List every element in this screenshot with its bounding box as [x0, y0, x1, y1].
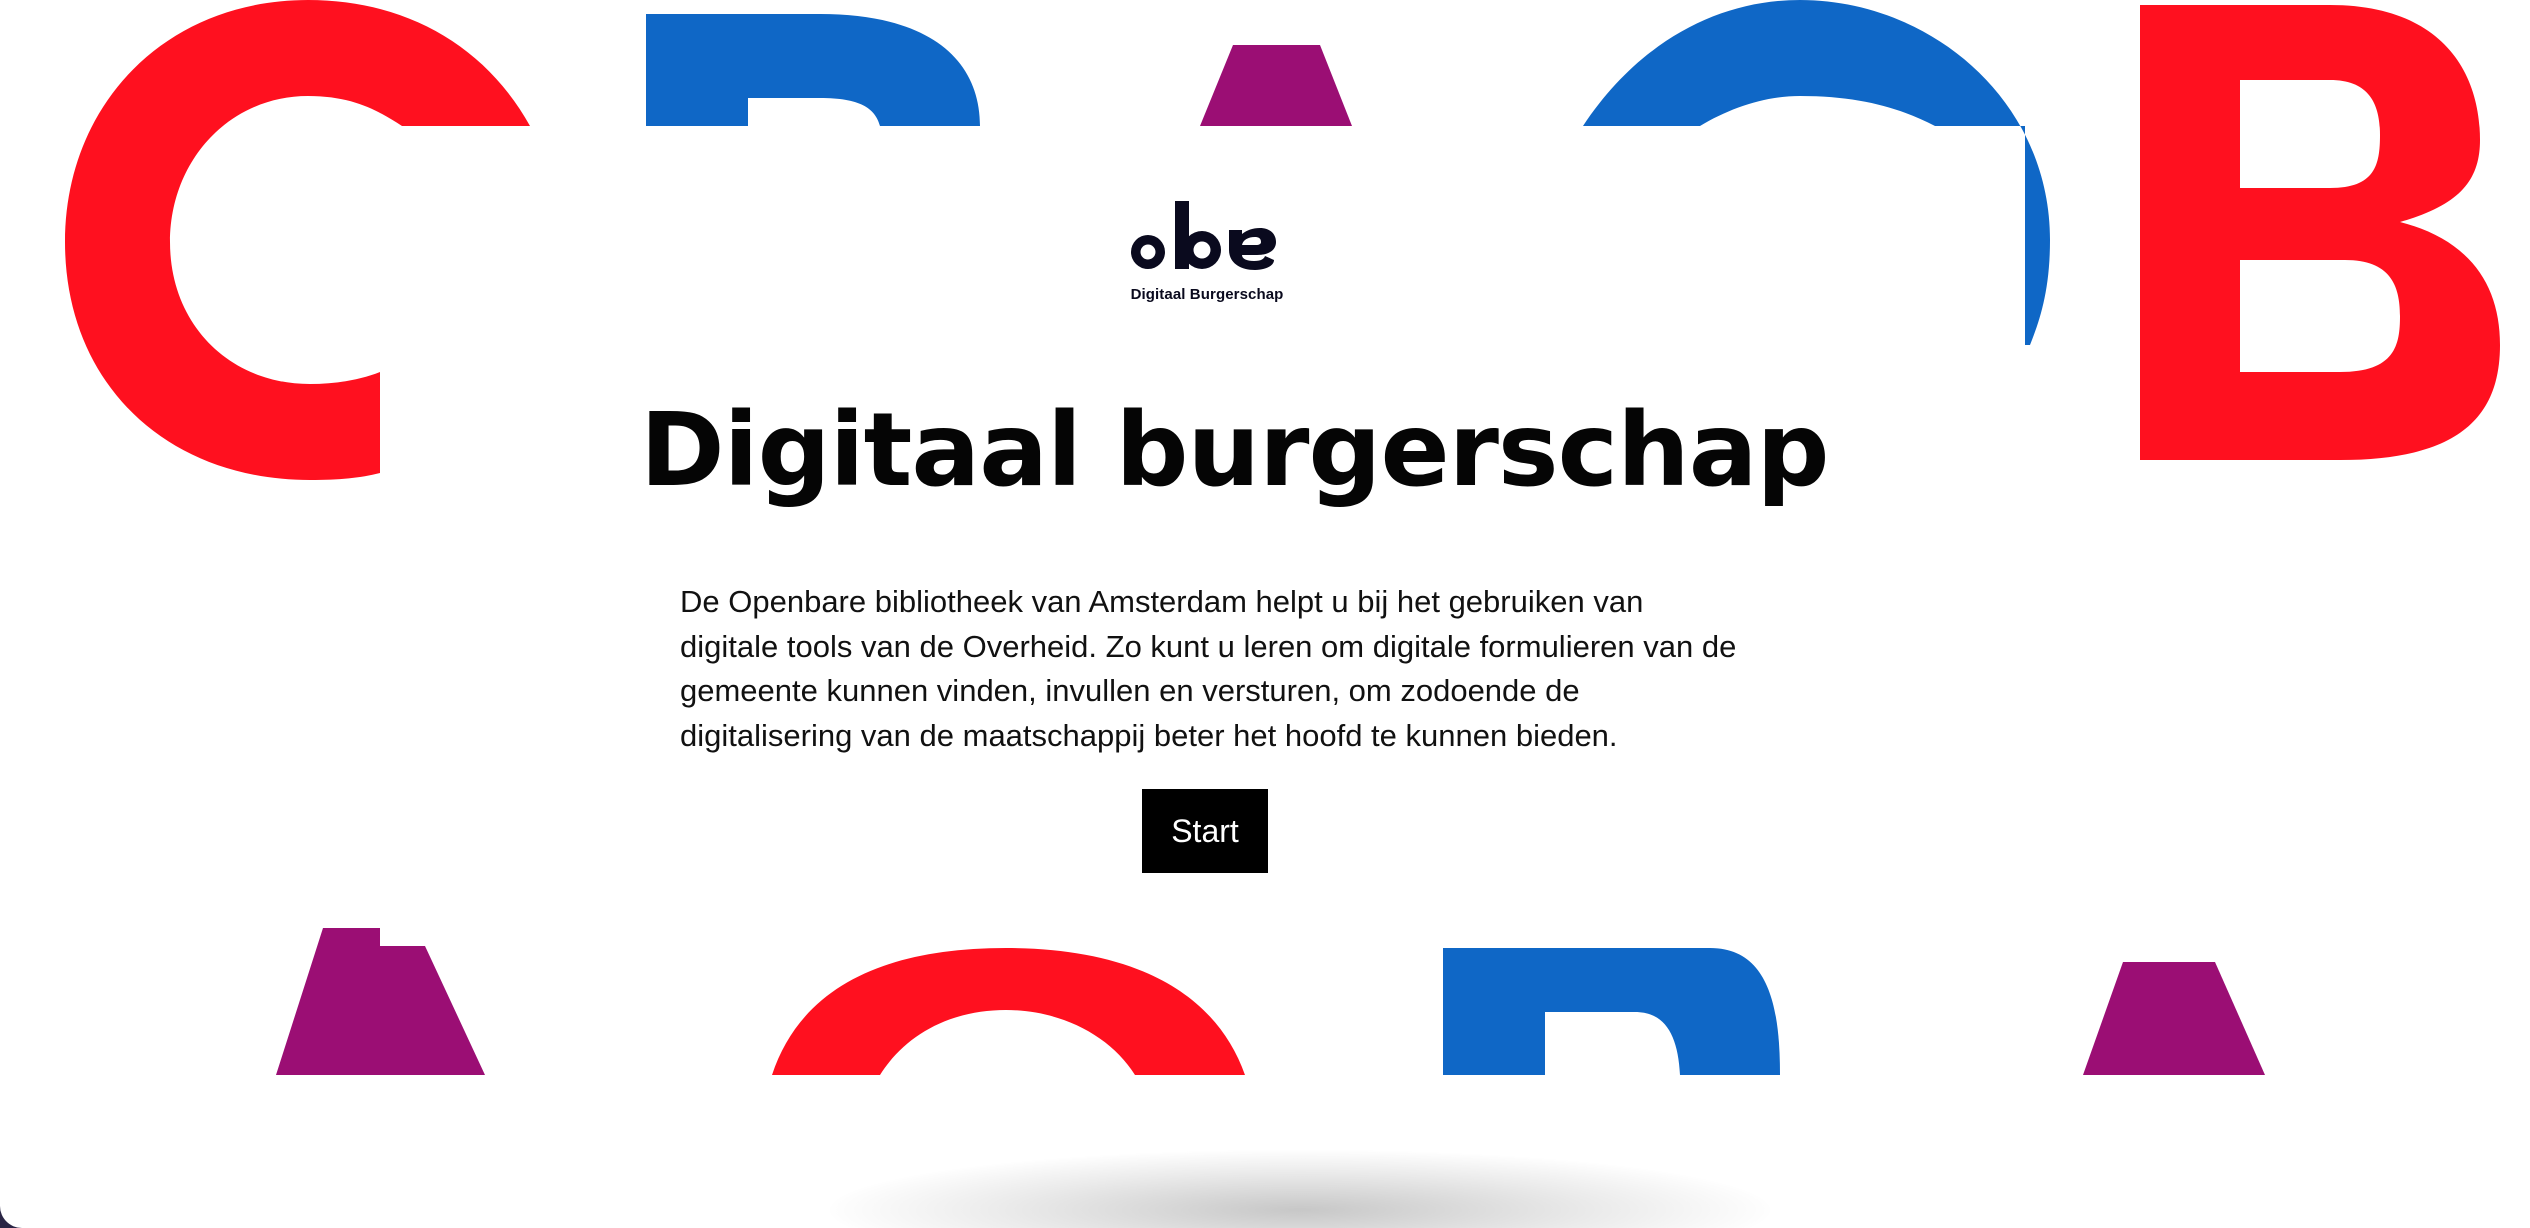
oba-logo-icon	[1131, 201, 1276, 270]
oba-logo: Digitaal Burgerschap	[1127, 198, 1287, 303]
app-window: Digitaal Burgerschap Digitaal burgerscha…	[0, 0, 2530, 1228]
start-button[interactable]: Start	[1142, 789, 1268, 873]
intro-paragraph: De Openbare bibliotheek van Amsterdam he…	[680, 584, 1737, 753]
page-title: Digitaal burgerschap	[640, 391, 1830, 510]
landing-content: Digitaal Burgerschap Digitaal burgerscha…	[0, 0, 2530, 1228]
logo-subtitle: Digitaal Burgerschap	[1130, 286, 1284, 303]
